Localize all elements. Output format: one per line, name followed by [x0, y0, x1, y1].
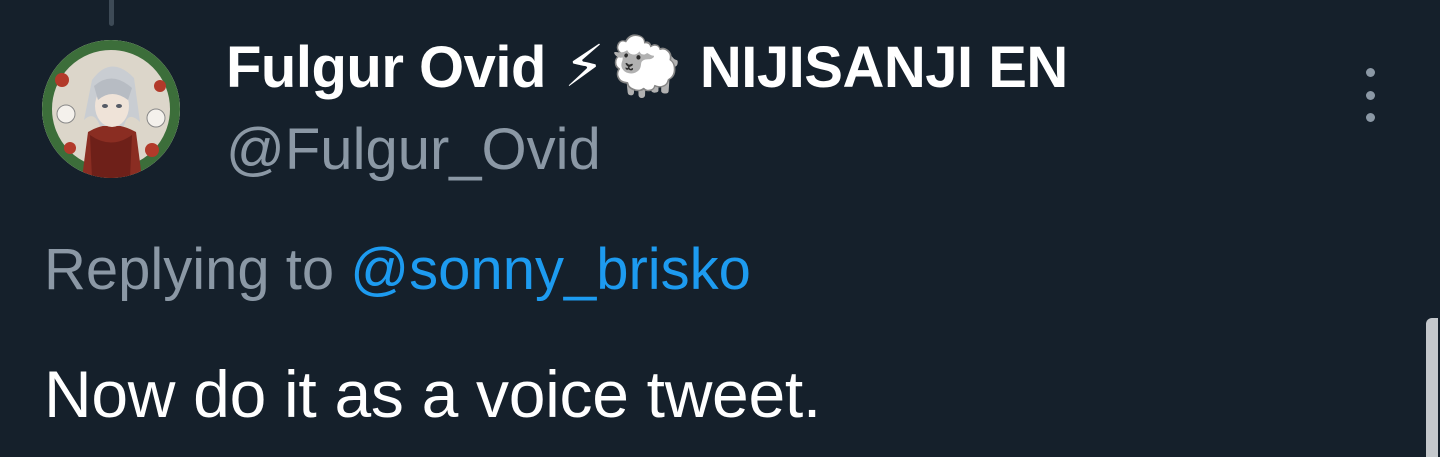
author-display-name[interactable]: Fulgur Ovid ⚡ 🐑 NIJISANJI EN	[226, 30, 1068, 104]
avatar-image-icon	[42, 40, 180, 178]
replying-to-label: Replying to	[44, 237, 335, 302]
replying-to-mention-link[interactable]: @sonny_brisko	[350, 237, 751, 302]
display-name-text: Fulgur Ovid	[226, 34, 546, 100]
sheep-emoji-icon: 🐑	[610, 34, 682, 99]
tweet-text: Now do it as a voice tweet.	[44, 357, 821, 431]
affiliation-text: NIJISANJI EN	[699, 34, 1068, 100]
more-options-button[interactable]	[1350, 68, 1390, 122]
more-vertical-icon-dot	[1365, 113, 1375, 122]
more-vertical-icon-dot	[1365, 90, 1375, 100]
lightning-emoji-icon: ⚡	[563, 34, 605, 99]
thread-connector-line	[109, 0, 114, 26]
replying-to-line: Replying to @sonny_brisko	[44, 236, 751, 303]
more-vertical-icon	[1365, 68, 1375, 77]
author-handle[interactable]: @Fulgur_Ovid	[226, 116, 601, 183]
scrollbar-thumb[interactable]	[1426, 318, 1438, 457]
author-avatar[interactable]	[42, 40, 180, 178]
